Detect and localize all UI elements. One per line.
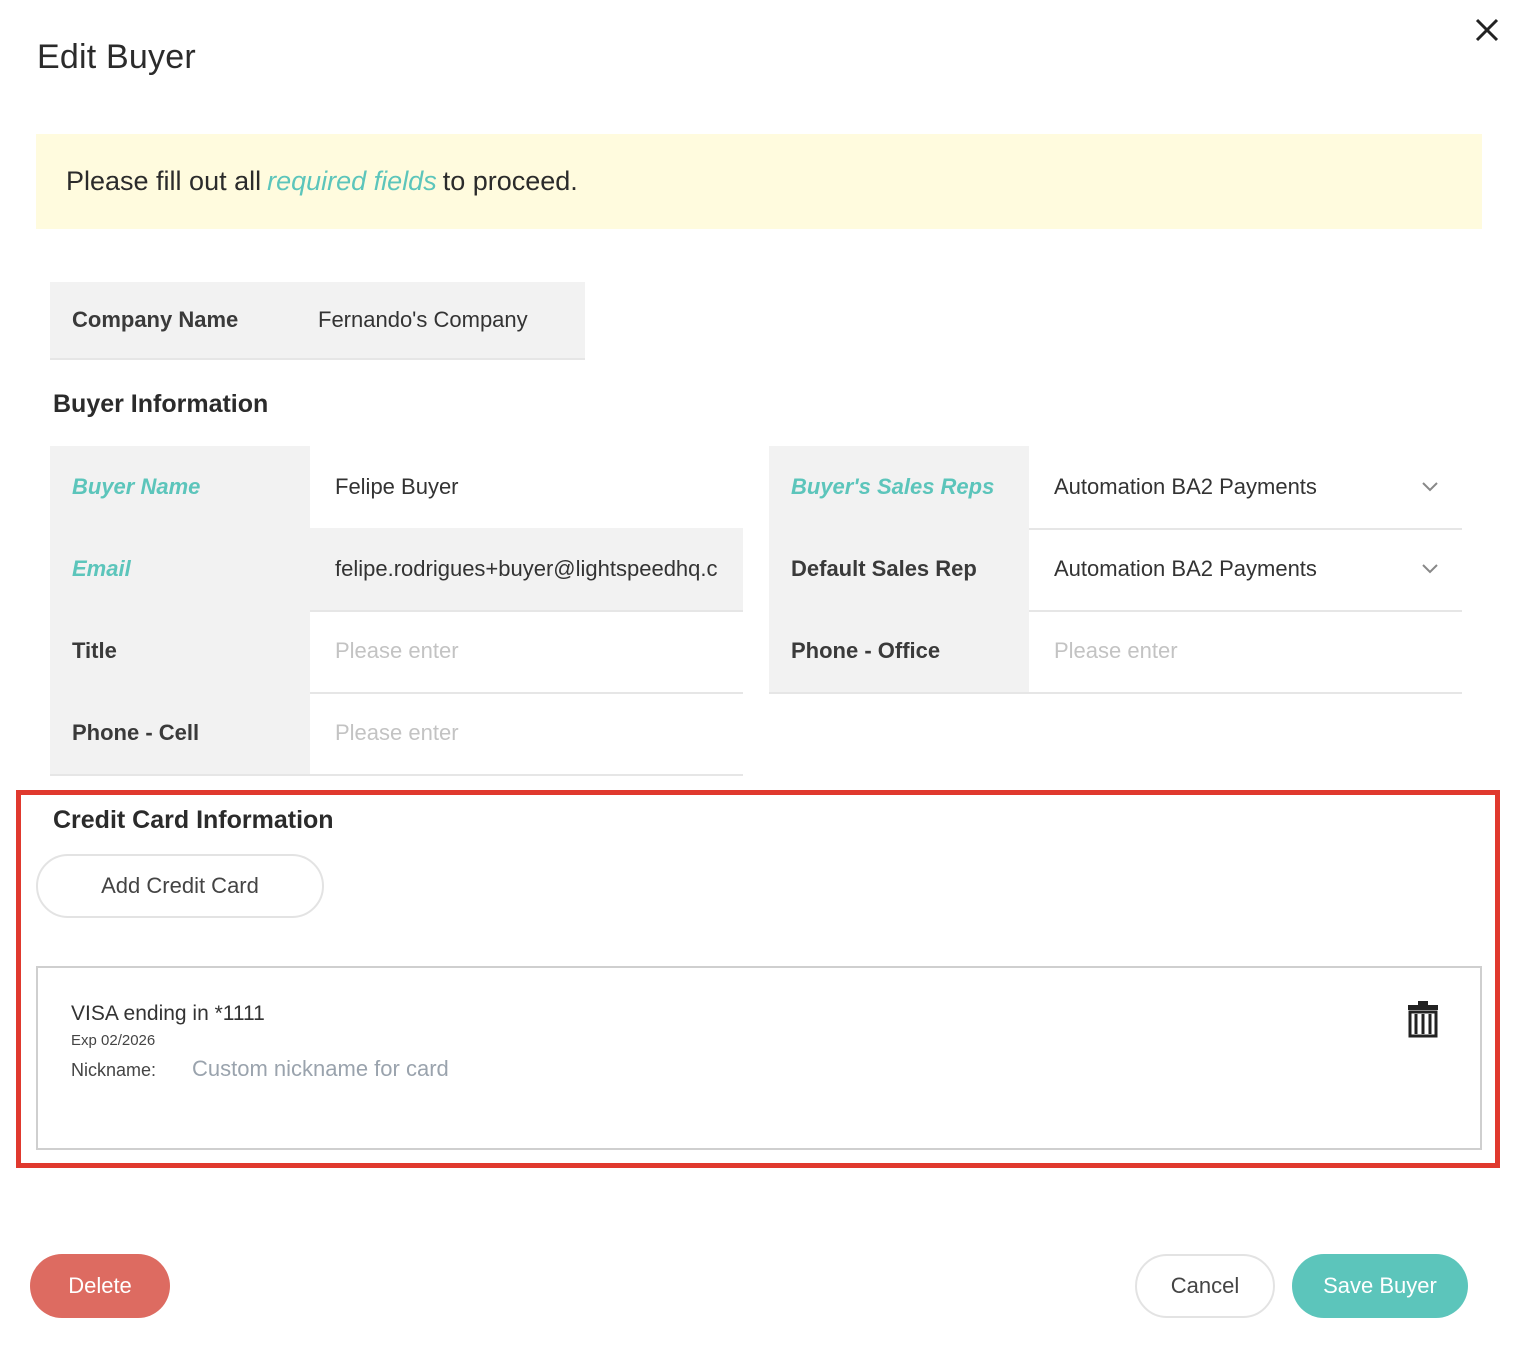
delete-button[interactable]: Delete bbox=[30, 1254, 170, 1318]
card-nickname-label: Nickname: bbox=[71, 1060, 157, 1080]
default-rep-select[interactable]: Automation BA2 Payments bbox=[1029, 528, 1462, 610]
chevron-down-icon bbox=[1422, 564, 1438, 574]
chevron-down-icon bbox=[1422, 482, 1438, 492]
email-value: felipe.rodrigues+buyer@lightspeedhq.c bbox=[310, 528, 743, 610]
default-rep-value: Automation BA2 Payments bbox=[1054, 556, 1317, 581]
close-button[interactable] bbox=[1466, 10, 1508, 52]
phone-office-field[interactable] bbox=[1029, 610, 1462, 692]
email-label: Email bbox=[50, 528, 310, 610]
phone-cell-input[interactable] bbox=[335, 720, 743, 746]
trash-icon bbox=[1408, 1001, 1438, 1038]
default-rep-label: Default Sales Rep bbox=[769, 528, 1029, 610]
card-expiry: Exp 02/2026 bbox=[71, 1032, 156, 1049]
card-nickname-input[interactable] bbox=[192, 1054, 592, 1084]
company-name-label: Company Name bbox=[50, 282, 258, 358]
dialog-title: Edit Buyer bbox=[37, 38, 196, 76]
delete-card-button[interactable] bbox=[1406, 1000, 1440, 1038]
add-credit-card-button[interactable]: Add Credit Card bbox=[36, 854, 324, 918]
buyer-name-field[interactable] bbox=[310, 446, 743, 528]
sales-reps-select[interactable]: Automation BA2 Payments bbox=[1029, 446, 1462, 528]
company-name-value: Fernando's Company bbox=[258, 282, 585, 358]
buyer-name-row: Buyer Name bbox=[50, 446, 743, 530]
credit-card-panel: VISA ending in *1111 Exp 02/2026 Nicknam… bbox=[36, 966, 1482, 1150]
buyer-name-input[interactable] bbox=[335, 474, 743, 500]
default-rep-row: Default Sales Rep Automation BA2 Payment… bbox=[769, 528, 1462, 612]
phone-office-label: Phone - Office bbox=[769, 610, 1029, 692]
card-title: VISA ending in *1111 bbox=[71, 1002, 265, 1025]
phone-cell-row: Phone - Cell bbox=[50, 692, 743, 776]
sales-reps-row: Buyer's Sales Reps Automation BA2 Paymen… bbox=[769, 446, 1462, 530]
required-fields-link: required fields bbox=[267, 166, 437, 196]
title-input[interactable] bbox=[335, 638, 743, 664]
phone-cell-field[interactable] bbox=[310, 692, 743, 774]
title-row: Title bbox=[50, 610, 743, 694]
company-name-row: Company Name Fernando's Company bbox=[50, 282, 585, 360]
title-field[interactable] bbox=[310, 610, 743, 692]
title-label: Title bbox=[50, 610, 310, 692]
required-fields-notice: Please fill out all required fields to p… bbox=[36, 134, 1482, 229]
phone-cell-label: Phone - Cell bbox=[50, 692, 310, 774]
phone-office-row: Phone - Office bbox=[769, 610, 1462, 694]
close-icon bbox=[1475, 18, 1499, 42]
email-row: Email felipe.rodrigues+buyer@lightspeedh… bbox=[50, 528, 743, 612]
credit-card-heading: Credit Card Information bbox=[53, 806, 334, 834]
save-buyer-button[interactable]: Save Buyer bbox=[1292, 1254, 1468, 1318]
notice-suffix: to proceed. bbox=[442, 166, 578, 196]
buyer-name-label: Buyer Name bbox=[50, 446, 310, 528]
sales-reps-label: Buyer's Sales Reps bbox=[769, 446, 1029, 528]
buyer-info-heading: Buyer Information bbox=[53, 390, 269, 418]
cancel-button[interactable]: Cancel bbox=[1135, 1254, 1275, 1318]
phone-office-input[interactable] bbox=[1054, 638, 1462, 664]
sales-reps-value: Automation BA2 Payments bbox=[1054, 474, 1317, 499]
notice-prefix: Please fill out all bbox=[66, 166, 262, 196]
